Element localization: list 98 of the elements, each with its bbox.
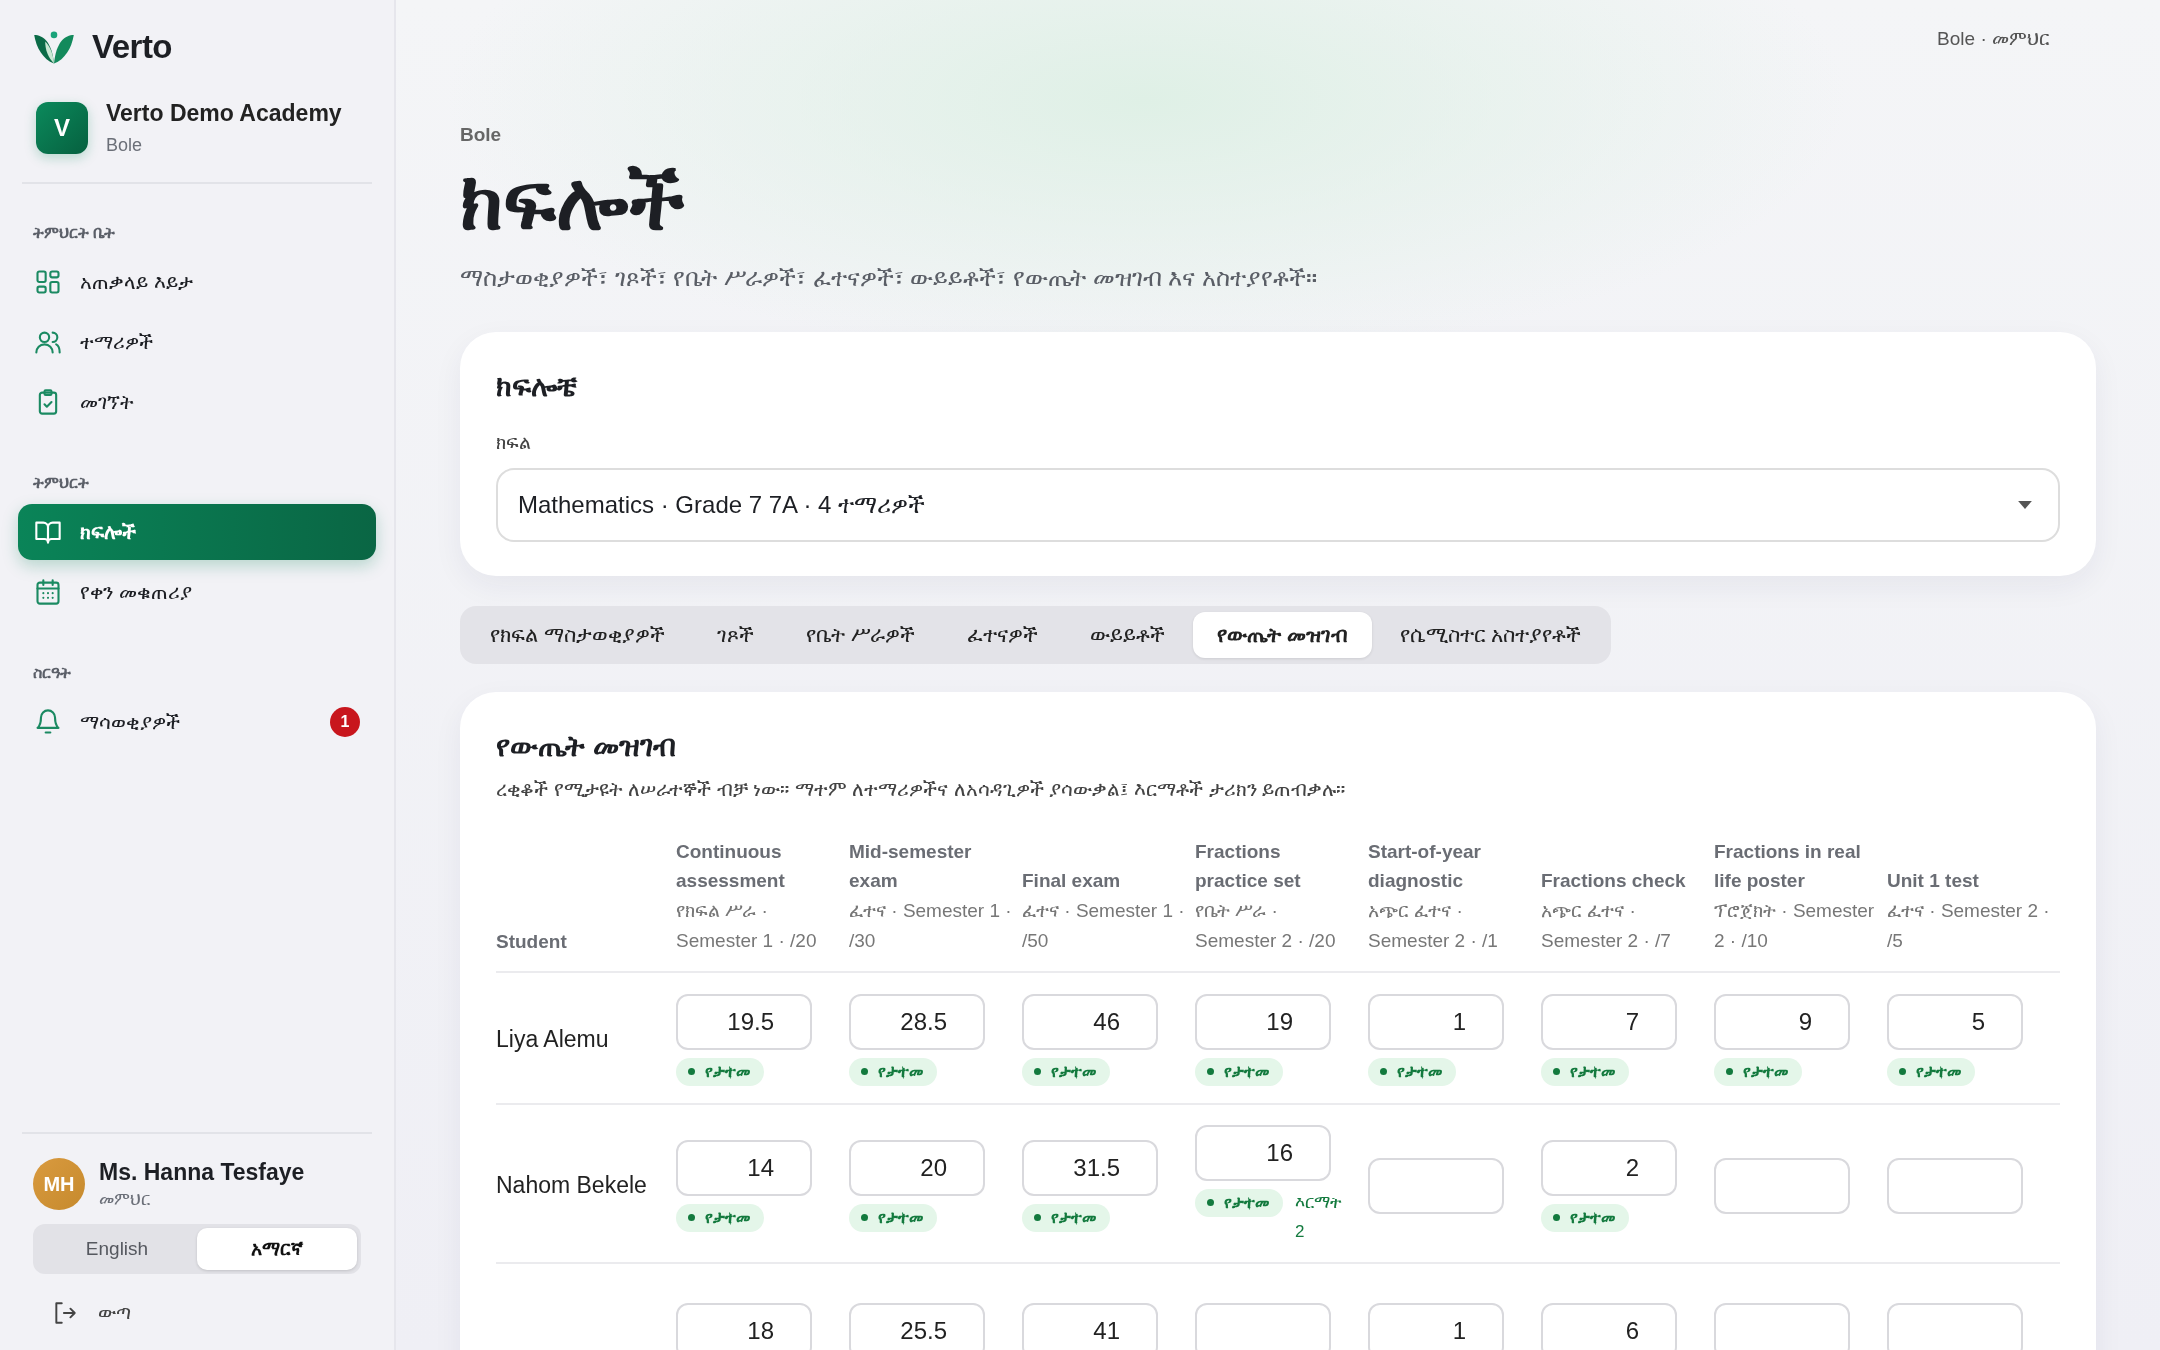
status-badge: የታተመ <box>1541 1203 1629 1232</box>
context-label: Bole · መምህር <box>1937 28 2050 50</box>
grid-icon <box>34 268 62 296</box>
page-subtitle: ማስታወቂያዎች፣ ገጾች፣ የቤት ሥራዎች፣ ፈተናዎች፣ ውይይቶች፣ የውጤት መዝገብ እና አስተያየቶች። <box>460 264 1318 292</box>
status-badge: የታተመ <box>849 1057 937 1086</box>
score-field[interactable]: 41 <box>1022 1303 1158 1350</box>
status-badge: የታተመ <box>1887 1057 1975 1086</box>
bell-icon <box>34 708 62 736</box>
column-meta: ፈተና · Semester 2 · /5 <box>1887 898 2050 954</box>
status-badge: የታተመ <box>1714 1057 1802 1086</box>
column-header: Unit 1 test <box>1887 869 1980 894</box>
column-meta: ፈተና · Semester 1 · /50 <box>1022 898 1185 954</box>
student-name: Nahom Bekele <box>496 1172 648 1200</box>
column-header: Student <box>496 930 568 955</box>
brand-name: Verto <box>92 28 173 66</box>
score-field[interactable]: 9 <box>1714 993 1850 1050</box>
card-title: ክፍሎቼ <box>496 370 579 404</box>
score-field[interactable]: 1 <box>1368 993 1504 1050</box>
user-avatar: MH <box>33 1158 85 1210</box>
section-label: ትምህርት <box>32 474 90 492</box>
column-header: Start-of-year diagnostic <box>1368 840 1482 894</box>
card-title: የውጤት መዝገብ <box>496 730 678 764</box>
tab[interactable]: ፈተናዎች <box>942 612 1062 658</box>
tab[interactable]: የክፍል ማስታወቂያዎች <box>466 612 689 658</box>
user-name: Ms. Hanna Tesfaye <box>99 1158 305 1186</box>
nav-item[interactable]: መገኘት <box>18 374 376 430</box>
tab[interactable]: የሴሚስተር አስተያየቶች <box>1375 612 1606 658</box>
column-header: Mid-semester exam <box>849 840 973 894</box>
score-field[interactable] <box>1195 1303 1331 1350</box>
score-field[interactable]: 19 <box>1195 993 1331 1050</box>
nav-item[interactable]: የቀን መቁጠሪያ <box>18 564 376 620</box>
status-badge: የታተመ <box>1022 1203 1110 1232</box>
score-field[interactable]: 28.5 <box>849 993 985 1050</box>
user-role: መምህር <box>99 1189 151 1210</box>
section-label: ትምህርት ቤት <box>32 224 117 242</box>
column-meta: ፈተና · Semester 1 · /30 <box>849 898 1012 954</box>
column-header: Fractions check <box>1541 869 1687 894</box>
score-field[interactable]: 31.5 <box>1022 1139 1158 1196</box>
status-badge: የታተመ <box>1368 1057 1456 1086</box>
language-option[interactable]: English <box>37 1228 197 1270</box>
school-name: Verto Demo Academy <box>106 100 342 127</box>
revision-note: እርማት 2 <box>1295 1191 1342 1243</box>
language-option[interactable]: አማርኛ <box>197 1228 357 1270</box>
score-field[interactable]: 46 <box>1022 993 1158 1050</box>
logout-button[interactable]: ውጣ <box>52 1300 131 1326</box>
gradebook-note: ረቂቆች የሚታዩት ለሠራተኞች ብቻ ነው። ማተም ለተማሪዎችና ለአሳዳጊዎች ያሳውቃል፤ እርማቶች ታሪክን ይጠብቃሉ። <box>496 778 1347 801</box>
nav-item[interactable]: አጠቃላይ እይታ <box>18 254 376 310</box>
score-field[interactable]: 25.5 <box>849 1303 985 1350</box>
column-header: Fractions practice set <box>1195 840 1302 894</box>
nav-item[interactable]: ክፍሎች <box>18 504 376 560</box>
column-meta: አጭር ፈተና · Semester 2 · /1 <box>1368 898 1499 954</box>
class-select[interactable]: Mathematics · Grade 7 7A · 4 ተማሪዎች <box>496 468 2060 542</box>
status-badge: የታተመ <box>676 1057 764 1086</box>
column-meta: ፕሮጀክት · Semester 2 · /10 <box>1714 898 1876 954</box>
score-field[interactable]: 1 <box>1368 1303 1504 1350</box>
score-field[interactable] <box>1887 1303 2023 1350</box>
score-field[interactable] <box>1714 1157 1850 1214</box>
status-badge: የታተመ <box>1195 1057 1283 1086</box>
field-label: ክፍል <box>496 432 532 454</box>
status-badge: የታተመ <box>849 1203 937 1232</box>
tab[interactable]: የውጤት መዝገብ <box>1192 612 1372 658</box>
score-field[interactable]: 16 <box>1195 1124 1331 1181</box>
score-field[interactable]: 2 <box>1541 1139 1677 1196</box>
tab[interactable]: ውይይቶች <box>1065 612 1189 658</box>
column-meta: የቤት ሥራ · Semester 2 · /20 <box>1195 898 1337 954</box>
score-field[interactable]: 5 <box>1887 993 2023 1050</box>
column-header: Continuous assessment <box>676 840 786 894</box>
column-meta: የክፍል ሥራ · Semester 1 · /20 <box>676 898 818 954</box>
score-field[interactable]: 19.5 <box>676 993 812 1050</box>
logout-icon <box>52 1300 78 1326</box>
score-field[interactable] <box>1368 1157 1504 1214</box>
section-label: ስርዓት <box>32 664 72 682</box>
status-badge: የታተመ <box>1541 1057 1629 1086</box>
column-header: Fractions in real life poster <box>1714 840 1862 894</box>
page-title: ክፍሎች <box>460 158 686 246</box>
score-field[interactable]: 7 <box>1541 993 1677 1050</box>
score-field[interactable]: 6 <box>1541 1303 1677 1350</box>
breadcrumb: Bole <box>460 124 503 146</box>
score-field[interactable]: 18 <box>676 1303 812 1350</box>
caret-icon <box>2018 501 2032 509</box>
school-avatar: V <box>36 102 88 154</box>
column-header: Final exam <box>1022 869 1122 894</box>
score-field[interactable] <box>1714 1303 1850 1350</box>
status-badge: የታተመ <box>1022 1057 1110 1086</box>
score-field[interactable] <box>1887 1157 2023 1214</box>
column-meta: አጭር ፈተና · Semester 2 · /7 <box>1541 898 1672 954</box>
tab[interactable]: ገጾች <box>692 612 778 658</box>
nav-item[interactable]: ተማሪዎች <box>18 314 376 370</box>
status-badge: የታተመ <box>1195 1188 1283 1217</box>
calendar-icon <box>34 578 62 606</box>
student-name: Liya Alemu <box>496 1026 610 1054</box>
nav-item[interactable]: ማሳወቂያዎች 1 <box>18 694 376 750</box>
score-field[interactable]: 14 <box>676 1139 812 1196</box>
count-badge: 1 <box>330 707 360 737</box>
status-badge: የታተመ <box>676 1203 764 1232</box>
tab[interactable]: የቤት ሥራዎች <box>781 612 939 658</box>
score-field[interactable]: 20 <box>849 1139 985 1196</box>
school-branch: Bole <box>106 135 144 156</box>
